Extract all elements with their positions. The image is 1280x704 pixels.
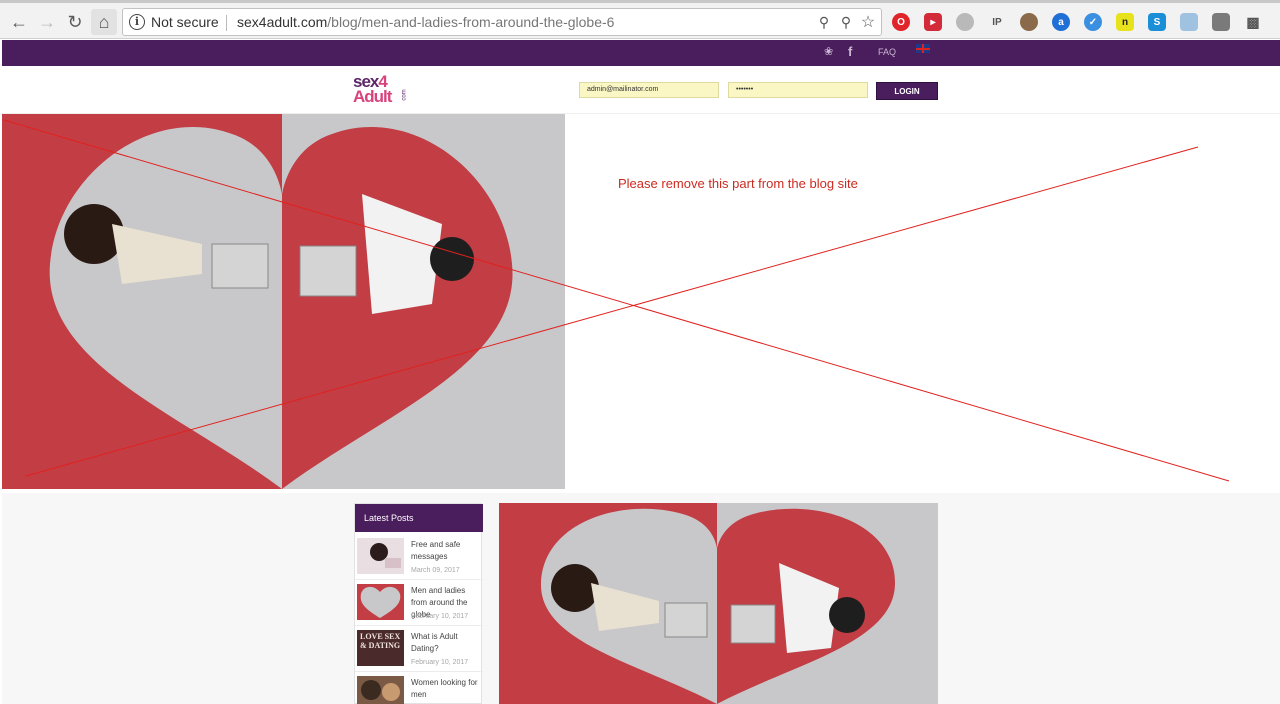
post-thumbnail[interactable] [357, 676, 404, 704]
n-extension-icon[interactable]: n [1116, 13, 1134, 31]
sidebar-title: Latest Posts [355, 504, 483, 532]
post-title[interactable]: Women looking for men [411, 677, 483, 701]
drive-extension-icon[interactable] [1212, 13, 1230, 31]
post-item[interactable]: Women looking for men [355, 674, 483, 704]
cast-icon[interactable]: ▩ [1244, 13, 1262, 31]
forward-icon[interactable]: → [34, 9, 60, 35]
s-extension-icon[interactable]: S [1148, 13, 1166, 31]
post-date: March 09, 2017 [411, 567, 460, 574]
post-thumbnail[interactable]: LOVE SEX & DATING [357, 630, 404, 666]
address-bar[interactable]: i Not secure sex4adult.com/blog/men-and-… [122, 8, 882, 36]
check-extension-icon[interactable]: ✓ [1084, 13, 1102, 31]
twitter-icon[interactable]: ❀ [824, 45, 833, 58]
info-icon[interactable]: i [129, 14, 145, 30]
site-logo[interactable]: sex4 Adult com [353, 72, 417, 108]
post-main-image [499, 503, 938, 704]
browser-toolbar: ← → ↻ ⌂ i Not secure sex4adult.com/blog/… [0, 3, 1280, 39]
post-title[interactable]: What is Adult Dating? [411, 631, 483, 655]
security-label: Not secure [151, 14, 219, 30]
post-title[interactable]: Free and safe messages [411, 539, 483, 563]
post-thumbnail[interactable] [357, 584, 404, 620]
uk-flag-icon[interactable] [916, 44, 930, 53]
face-extension-icon[interactable] [1020, 13, 1038, 31]
site-topbar: ❀ f FAQ [2, 40, 1280, 66]
login-button[interactable]: LOGIN [876, 82, 938, 100]
media-extension-icon[interactable]: ▸ [924, 13, 942, 31]
site-header: sex4 Adult com admin@mailinator.com ••••… [2, 66, 1280, 114]
post-date: February 10, 2017 [411, 659, 469, 666]
url-path: /blog/men-and-ladies-from-around-the-glo… [327, 14, 615, 30]
latest-posts-sidebar: Latest Posts Free and safe messages Marc… [354, 503, 483, 704]
back-icon[interactable]: ← [6, 9, 32, 35]
email-field[interactable]: admin@mailinator.com [579, 82, 719, 98]
post-date: February 10, 2017 [411, 613, 469, 620]
post-item[interactable]: LOVE SEX & DATING What is Adult Dating? … [355, 628, 483, 672]
zoom-icon[interactable]: ⚲ [815, 13, 833, 31]
opera-extension-icon[interactable]: O [892, 13, 910, 31]
faq-link[interactable]: FAQ [878, 47, 896, 57]
hero-image [2, 114, 565, 489]
grey-extension-icon[interactable] [956, 13, 974, 31]
key-icon[interactable]: ⚲ [837, 13, 855, 31]
password-field[interactable]: ••••••• [728, 82, 868, 98]
removal-note: Please remove this part from the blog si… [618, 176, 858, 191]
post-item[interactable]: Free and safe messages March 09, 2017 [355, 536, 483, 580]
omnibox-divider [226, 15, 227, 31]
a-extension-icon[interactable]: a [1052, 13, 1070, 31]
post-item[interactable]: Men and ladies from around the globe Feb… [355, 582, 483, 626]
facebook-icon[interactable]: f [848, 44, 852, 59]
bookmark-star-icon[interactable]: ☆ [859, 13, 877, 31]
picture-extension-icon[interactable] [1180, 13, 1198, 31]
reload-icon[interactable]: ↻ [62, 9, 88, 35]
ip-extension-icon[interactable]: IP [988, 13, 1006, 31]
home-icon[interactable]: ⌂ [91, 9, 117, 35]
url-text[interactable]: sex4adult.com/blog/men-and-ladies-from-a… [237, 14, 614, 30]
url-domain: sex4adult.com [237, 14, 328, 30]
post-thumbnail[interactable] [357, 538, 404, 574]
